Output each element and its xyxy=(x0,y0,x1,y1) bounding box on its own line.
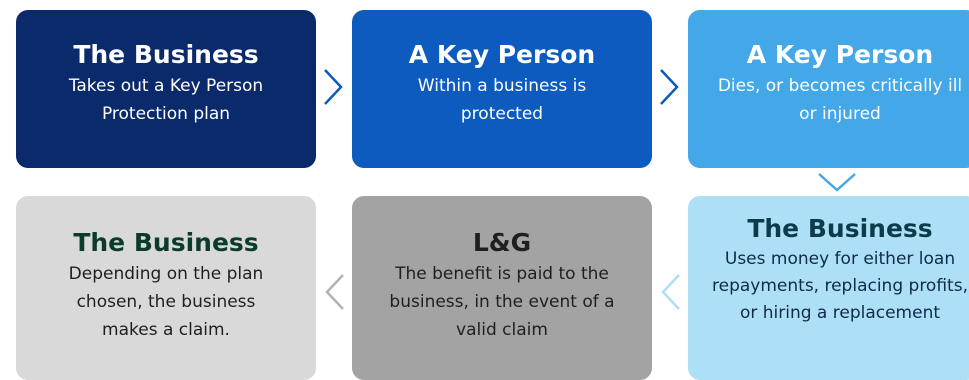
chevron-right-icon xyxy=(324,69,343,105)
step-title: The Business xyxy=(73,40,259,69)
key-person-process-diagram: The Business Takes out a Key Person Prot… xyxy=(0,0,969,380)
step-key-person-protected: A Key Person Within a business is protec… xyxy=(352,10,652,168)
step-key-person-dies-or-ill: A Key Person Dies, or becomes critically… xyxy=(688,10,969,168)
step-business-makes-claim: The Business Depending on the plan chose… xyxy=(16,196,316,380)
step-description: Dies, or becomes critically ill or injur… xyxy=(717,76,963,124)
step-title: The Business xyxy=(73,228,259,257)
chevron-left-icon xyxy=(325,274,344,310)
step-description: Within a business is protected xyxy=(417,76,587,124)
chevron-down-icon xyxy=(818,173,856,192)
chevron-right-icon xyxy=(660,69,679,105)
step-business-uses-money: The Business Uses money for either loan … xyxy=(688,196,969,380)
step-description: The benefit is paid to the business, in … xyxy=(389,264,615,340)
step-title: A Key Person xyxy=(746,40,934,69)
step-title: The Business xyxy=(747,214,933,243)
step-title: L&G xyxy=(472,228,532,257)
step-title: A Key Person xyxy=(408,40,596,69)
step-description: Takes out a Key Person Protection plan xyxy=(68,76,264,124)
chevron-left-icon xyxy=(661,274,680,310)
step-description: Depending on the plan chosen, the busine… xyxy=(68,264,264,340)
step-the-business-takes-out-plan: The Business Takes out a Key Person Prot… xyxy=(16,10,316,168)
step-lg-pays-benefit: L&G The benefit is paid to the business,… xyxy=(352,196,652,380)
step-description: Uses money for either loan repayments, r… xyxy=(712,249,968,323)
